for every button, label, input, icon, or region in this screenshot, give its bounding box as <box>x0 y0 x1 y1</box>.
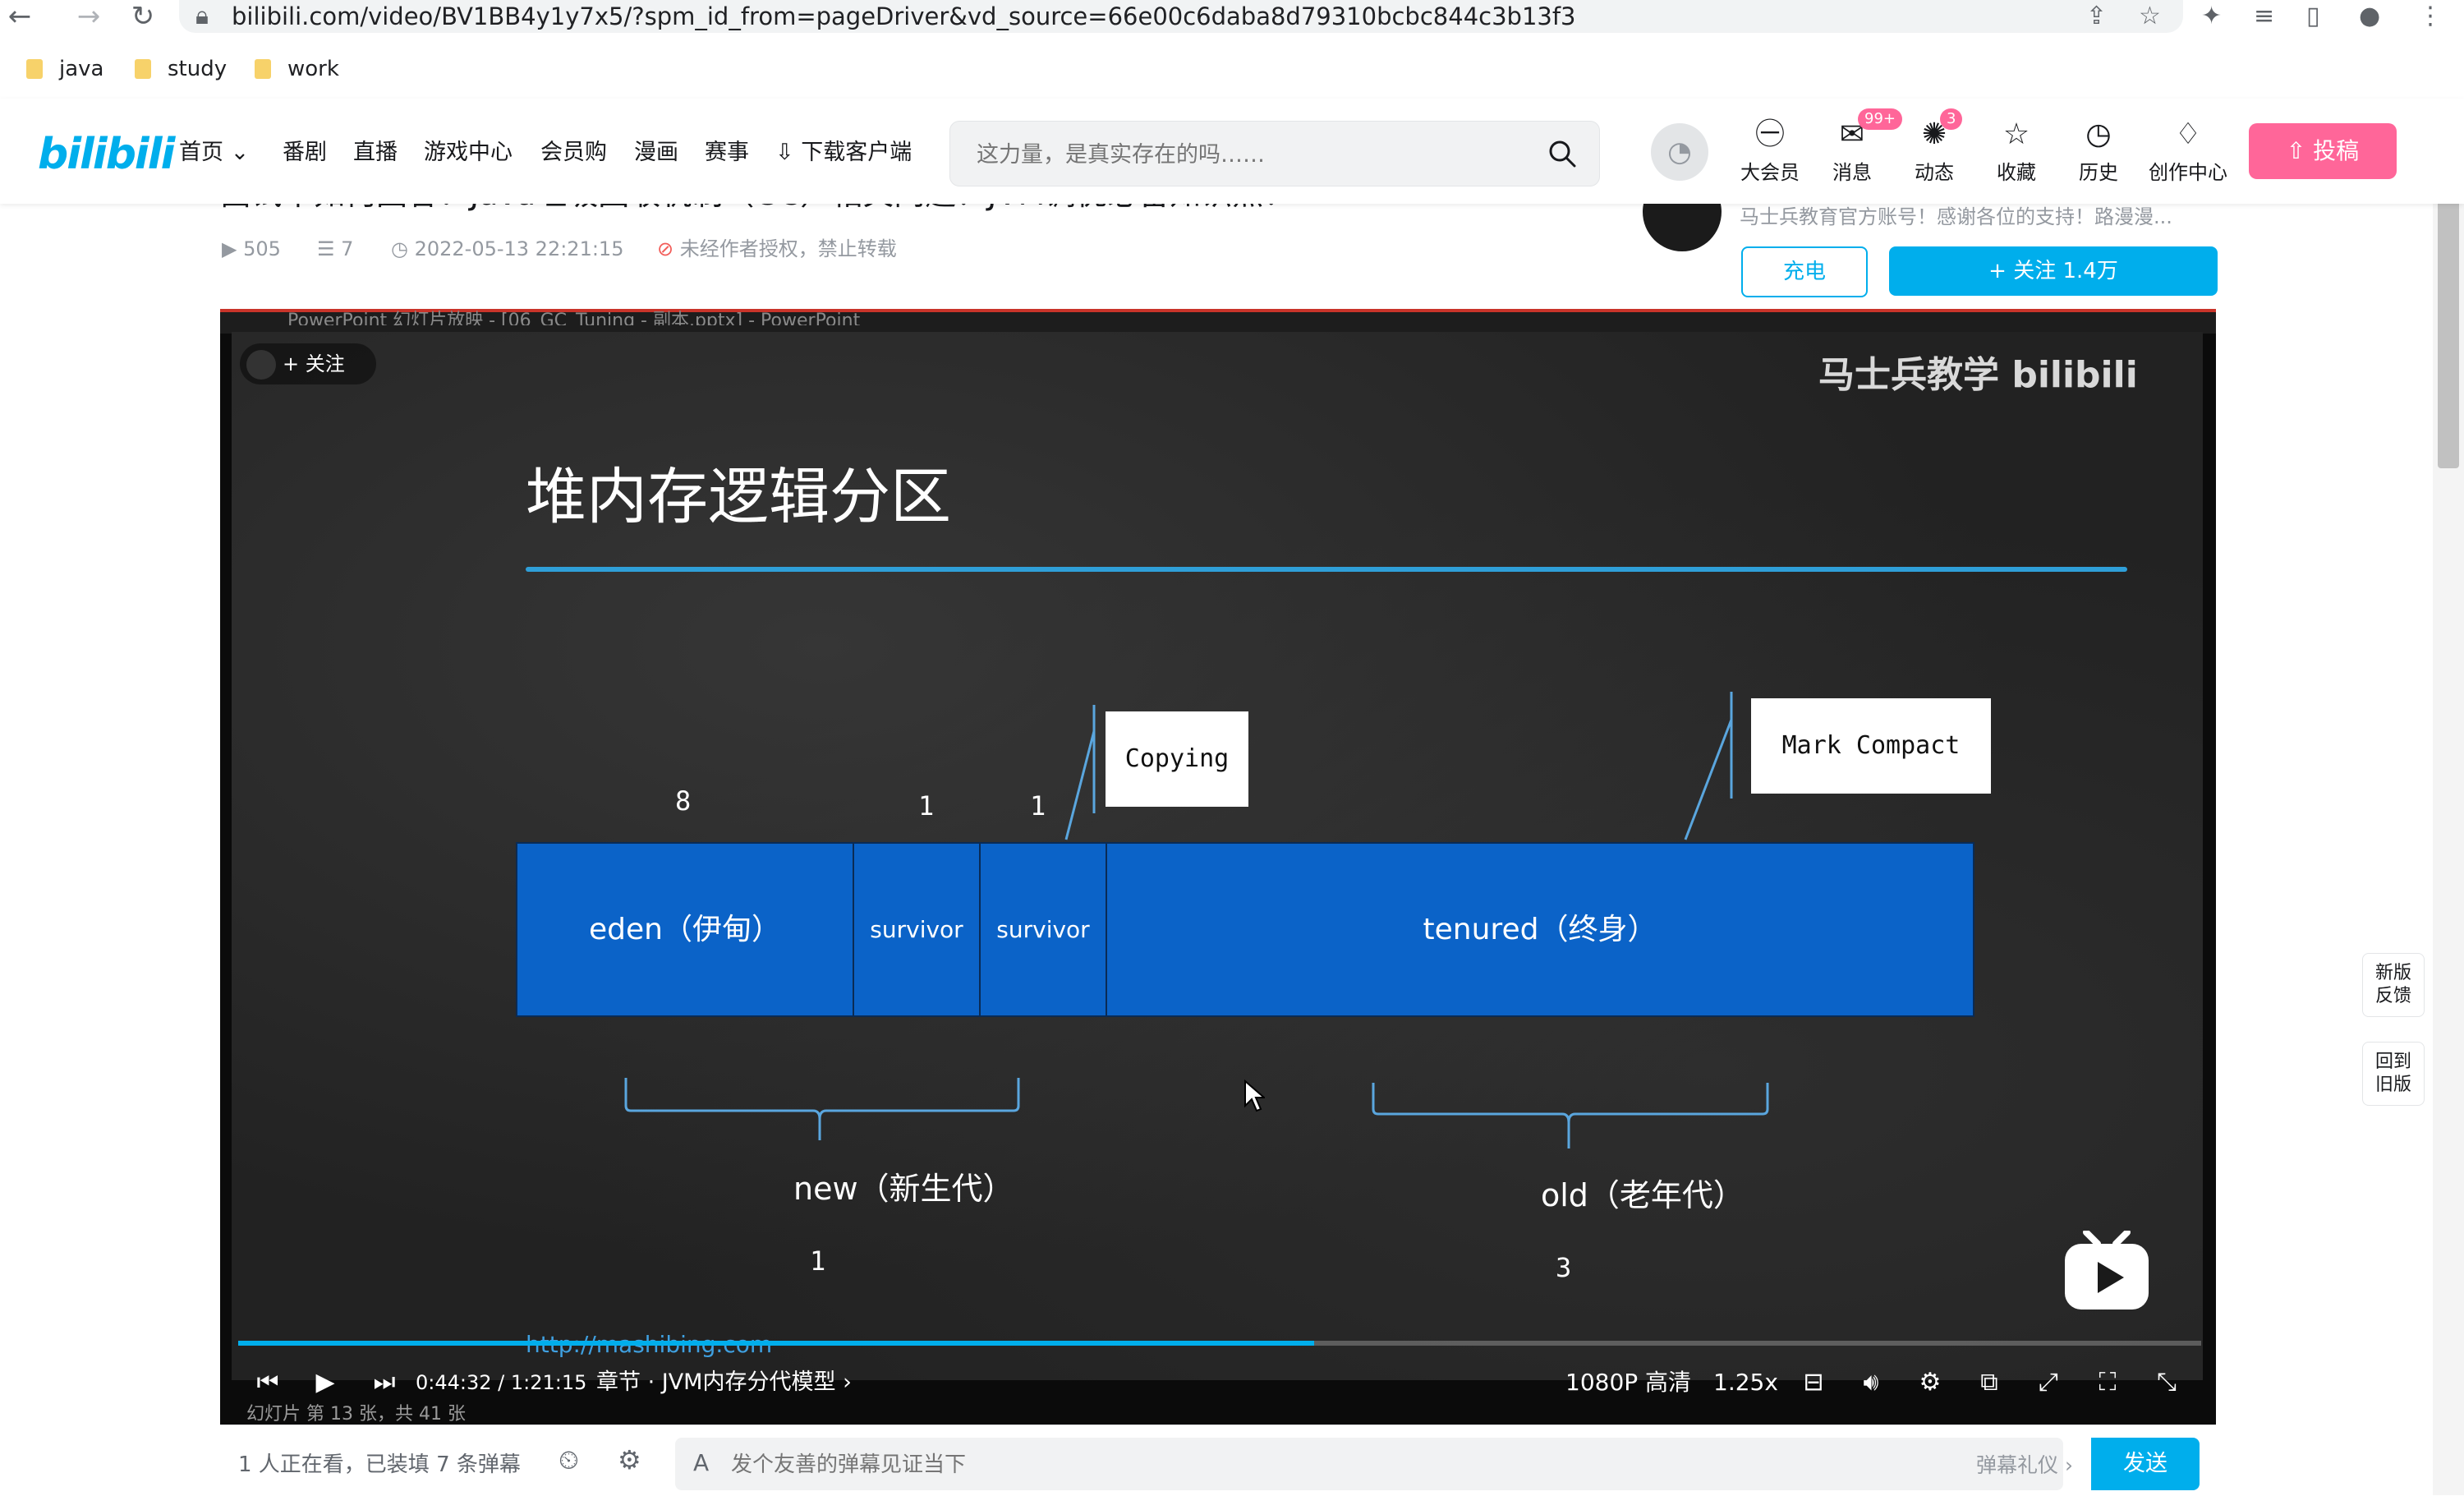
header-favorites[interactable]: ☆ 收藏 <box>1979 115 2053 185</box>
header-vip[interactable]: ㊀ 大会员 <box>1733 115 1807 185</box>
danmaku-toggle-icon[interactable]: ⏲ <box>559 1444 579 1476</box>
header-history[interactable]: ◷ 历史 <box>2062 115 2135 185</box>
upload-icon: ⇧ <box>2286 137 2314 164</box>
nav-live[interactable]: 直播 <box>353 136 398 169</box>
vip-icon: ㊀ <box>1754 117 1785 151</box>
old-generation-ratio: 3 <box>1556 1252 1572 1283</box>
new-generation-ratio: 1 <box>810 1245 826 1277</box>
copying-callout: Copying <box>1106 711 1248 807</box>
play-icon[interactable]: ▶︎ <box>307 1364 343 1402</box>
chevron-down-icon: ⌄ <box>230 140 250 165</box>
web-fullscreen-icon[interactable]: ⛶ <box>2089 1364 2126 1402</box>
widescreen-icon[interactable]: ⤢ <box>2030 1364 2066 1402</box>
viewer-count: 1 人正在看，已装填 7 条弹幕 <box>238 1452 521 1477</box>
chapter-link[interactable]: 章节 · JVM内存分代模型 › <box>596 1364 852 1402</box>
font-style-icon[interactable]: A <box>693 1449 709 1476</box>
new-generation-label: new（新生代） <box>793 1171 1014 1207</box>
download-icon: ⇩ <box>775 140 794 165</box>
back-to-old-version-button[interactable]: 回到旧版 <box>2362 1042 2425 1106</box>
progress-played <box>238 1341 1314 1346</box>
nav-events[interactable]: 赛事 <box>705 136 749 169</box>
nav-home[interactable]: 首页 ⌄ <box>179 136 249 169</box>
clock-icon: ◷ <box>2085 117 2112 151</box>
danmaku-input-box[interactable]: A <box>675 1438 2063 1492</box>
fullscreen-icon[interactable]: ⤡ <box>2149 1364 2185 1402</box>
old-generation-label: old（老年代） <box>1541 1177 1745 1213</box>
header-creator-center[interactable]: ♢ 创作中心 <box>2145 115 2231 185</box>
prev-icon[interactable]: ⏮︎ <box>250 1364 286 1402</box>
next-icon[interactable]: ⏭︎ <box>366 1364 402 1402</box>
danmaku-etiquette-link[interactable]: 弹幕礼仪 › <box>1976 1449 2073 1479</box>
quality-selector[interactable]: 1080P 高清 <box>1565 1364 1691 1402</box>
ppt-slide-status: 幻灯片 第 13 张，共 41 张 <box>246 1404 466 1425</box>
message-badge: 99+ <box>1858 108 1902 130</box>
nav-download-client[interactable]: ⇩ 下载客户端 <box>775 136 912 169</box>
search-icon[interactable] <box>1547 138 1578 169</box>
search-box[interactable] <box>949 121 1600 187</box>
nav-anime[interactable]: 番剧 <box>283 136 327 169</box>
danmaku-input[interactable] <box>729 1438 1882 1492</box>
nav-mall[interactable]: 会员购 <box>540 136 607 169</box>
mark-compact-callout: Mark Compact <box>1751 698 1991 794</box>
speed-selector[interactable]: 1.25x <box>1713 1364 1778 1402</box>
send-danmaku-button[interactable]: 发送 <box>2091 1438 2200 1490</box>
mouse-cursor-icon <box>1244 1079 1265 1112</box>
avatar[interactable]: ◔ <box>1651 123 1708 181</box>
header-messages[interactable]: ✉ 99+ 消息 <box>1815 108 1902 185</box>
upload-button[interactable]: ⇧ 投稿 <box>2249 123 2397 179</box>
pip-icon[interactable]: ⧉ <box>1971 1364 2007 1402</box>
subtitle-off-icon[interactable]: ⊟ <box>1795 1364 1832 1402</box>
chevron-right-icon: › <box>843 1369 852 1395</box>
search-input[interactable] <box>975 122 1537 187</box>
bulb-icon: ♢ <box>2174 117 2202 151</box>
volume-icon[interactable]: 🔊︎ <box>1853 1364 1889 1402</box>
new-version-feedback-button[interactable]: 新版反馈 <box>2362 953 2425 1017</box>
bilibili-logo[interactable]: bilibili <box>38 130 175 179</box>
time-display: 0:44:32 / 1:21:15 <box>416 1371 587 1394</box>
danmaku-settings-icon[interactable]: ⚙ <box>618 1444 641 1475</box>
nav-manga[interactable]: 漫画 <box>634 136 678 169</box>
star-icon: ☆ <box>2002 117 2030 151</box>
bilibili-tv-icon <box>2065 1231 2149 1310</box>
nav-game-center[interactable]: 游戏中心 <box>424 136 513 169</box>
settings-gear-icon[interactable]: ⚙ <box>1912 1364 1948 1402</box>
header-dynamic[interactable]: ✺ 3 动态 <box>1897 108 1971 185</box>
